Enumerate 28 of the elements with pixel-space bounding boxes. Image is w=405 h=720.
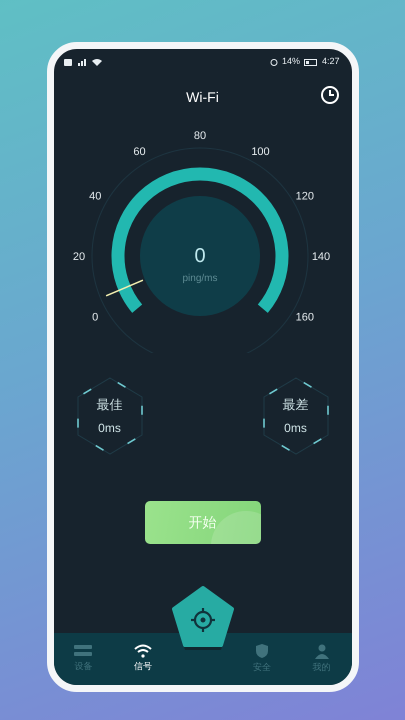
wifi-icon	[92, 58, 102, 66]
person-icon	[314, 643, 330, 660]
nav-tab[interactable]: 信号	[134, 644, 152, 674]
ping-unit: ping/ms	[182, 273, 217, 284]
list-icon	[74, 644, 92, 658]
signal-icon	[76, 58, 88, 66]
scale-label: 100	[250, 146, 270, 158]
shield-icon	[254, 643, 270, 660]
wifi-icon	[134, 644, 152, 658]
clock-time: 4:27	[322, 55, 340, 68]
scale-label: 20	[72, 251, 85, 263]
screen-title: Wi-Fi	[186, 88, 219, 106]
scale-label: 0	[92, 312, 98, 324]
scale-label: 80	[193, 130, 206, 142]
battery-icon	[304, 58, 318, 66]
scale-label: 120	[295, 190, 314, 202]
gauge-needle	[105, 280, 143, 297]
alarm-icon	[270, 58, 278, 66]
scan-button[interactable]	[170, 585, 236, 651]
scale-label: 140	[311, 251, 330, 263]
battery-percent: 14%	[282, 55, 300, 68]
start-button[interactable]: 开始	[144, 501, 260, 544]
scale-label: 40	[88, 190, 101, 202]
scale-label: 160	[295, 312, 314, 324]
history-icon[interactable]	[320, 85, 340, 105]
scale-label: 60	[132, 146, 146, 158]
sim-icon	[64, 58, 72, 66]
ping-value: 0	[194, 245, 206, 267]
